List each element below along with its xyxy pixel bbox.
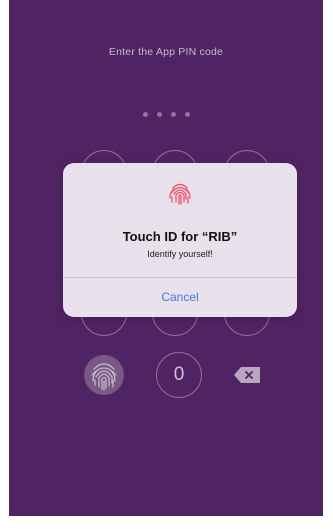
dialog-title: Touch ID for “RIB” <box>122 229 238 244</box>
cancel-button[interactable]: Cancel <box>63 277 297 317</box>
pin-screen: Enter the App PIN code 0 Touch ID for “R… <box>9 0 323 516</box>
touch-id-dialog: Touch ID for “RIB” Identify yourself! Ca… <box>63 163 297 317</box>
device-frame: Enter the App PIN code 0 Touch ID for “R… <box>0 0 333 529</box>
fingerprint-icon <box>169 183 191 205</box>
dialog-subtitle: Identify yourself! <box>147 249 213 259</box>
